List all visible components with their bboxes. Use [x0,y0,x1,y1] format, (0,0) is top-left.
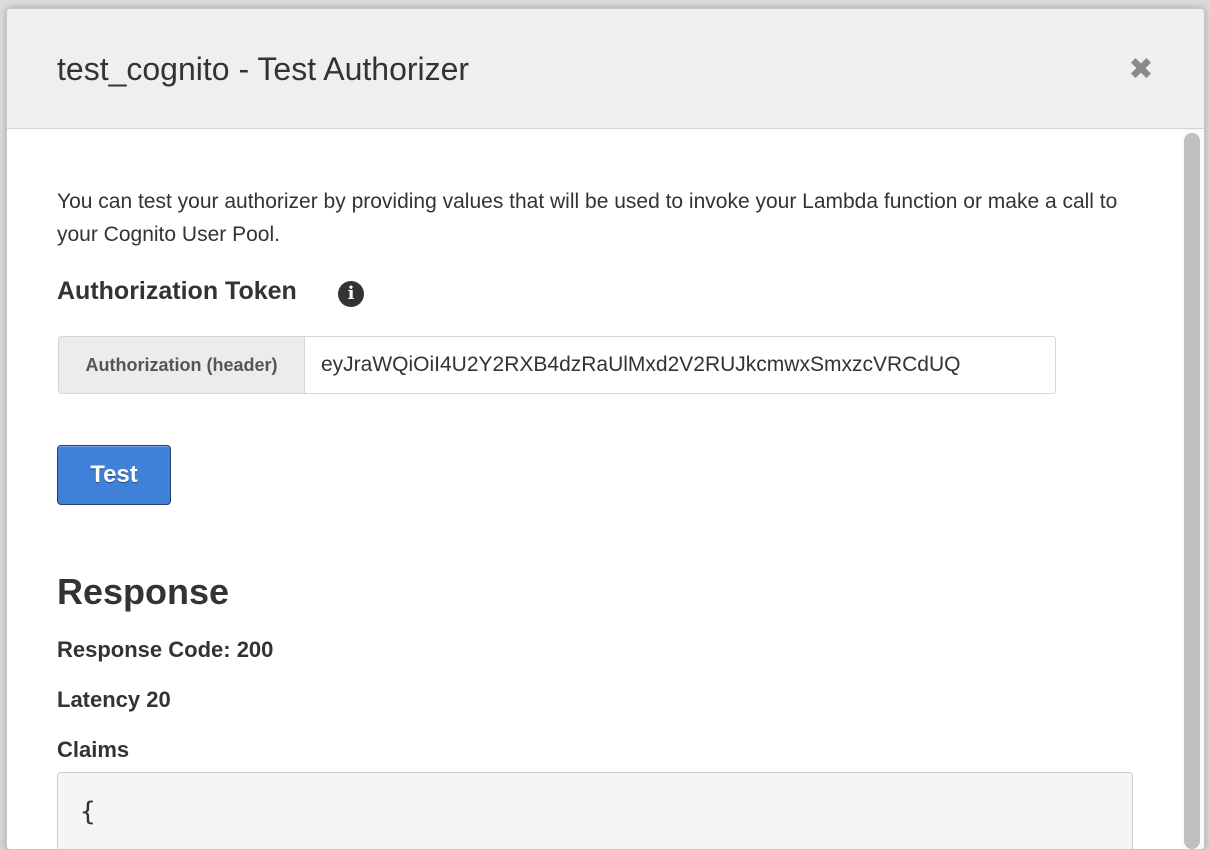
response-heading: Response [57,571,230,612]
authorization-token-input[interactable] [305,337,1039,393]
claims-label: Claims [57,737,130,762]
authorization-header-addon: Authorization (header) [59,337,305,393]
authorization-token-input-group: Authorization (header) [58,336,1056,394]
modal-title: test_cognito - Test Authorizer [57,51,470,87]
modal-description: You can test your authorizer by providin… [57,190,1118,246]
claims-code-block: { [57,772,1133,849]
scrollbar-thumb[interactable] [1184,133,1200,849]
claims-code-text: { [80,797,96,827]
info-icon[interactable]: i [338,281,364,307]
response-code-text: Response Code: 200 [57,637,274,662]
modal-header: test_cognito - Test Authorizer ✖ [7,9,1204,129]
close-icon[interactable]: ✖ [1125,53,1157,87]
authorization-token-heading: Authorization Token [57,277,297,305]
test-authorizer-modal: test_cognito - Test Authorizer ✖ You can… [6,8,1205,850]
latency-text: Latency 20 [57,687,171,712]
test-button[interactable]: Test [57,445,171,505]
